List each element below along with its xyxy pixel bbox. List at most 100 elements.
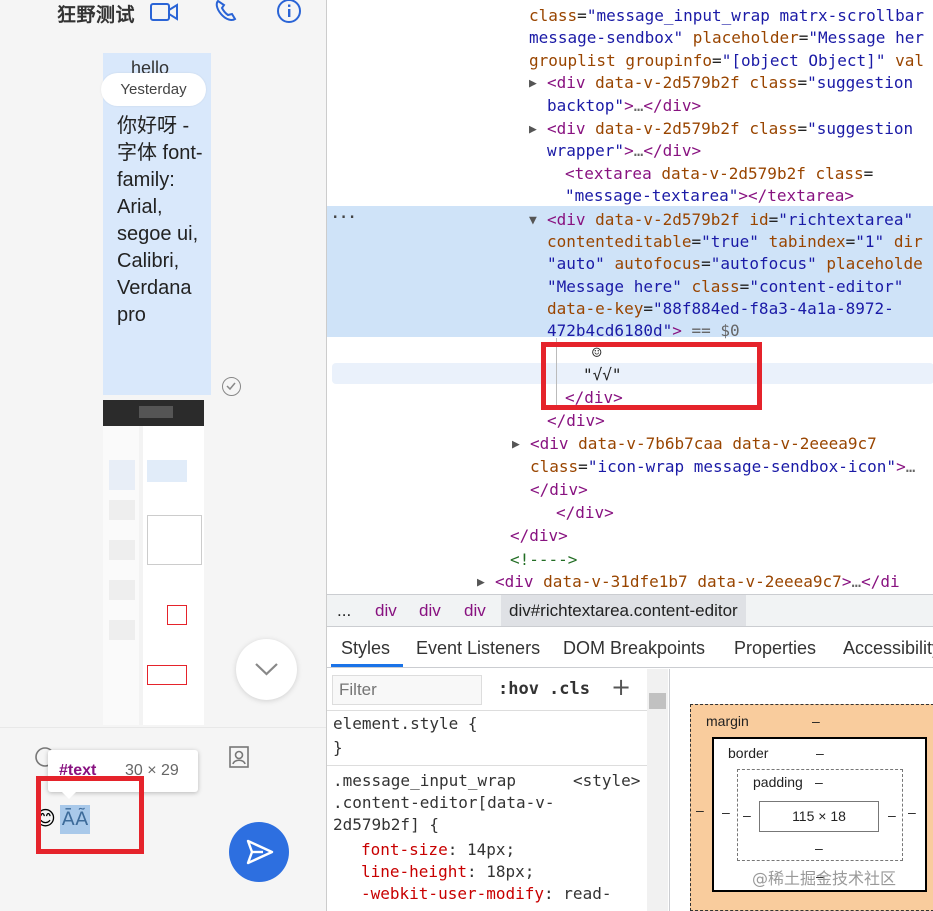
- element-style-open[interactable]: element.style {: [333, 714, 478, 733]
- rule-selector-line2: .content-editor[data-v-: [333, 793, 555, 812]
- dom-token: …: [905, 457, 916, 476]
- divider: [327, 765, 647, 766]
- tab-event-listeners[interactable]: Event Listeners: [416, 638, 540, 659]
- scroll-down-button[interactable]: [236, 639, 297, 700]
- expand-triangle-icon[interactable]: ▶: [512, 434, 528, 457]
- dom-token: tabindex: [768, 232, 846, 251]
- styles-filter-input[interactable]: [332, 675, 482, 705]
- divider: [327, 710, 647, 711]
- dom-token: </div>: [556, 503, 614, 522]
- dom-token: "message_input_wrap matrx-scrollbar: [586, 6, 924, 25]
- dom-token: [616, 51, 626, 70]
- dom-node-line[interactable]: contenteditable="true" tabindex="1" dir: [547, 231, 923, 254]
- dom-node-line[interactable]: <!---->: [510, 549, 577, 572]
- padding-value: –: [815, 774, 823, 790]
- dom-node-line[interactable]: backtop">…</div>: [547, 95, 701, 118]
- video-call-icon[interactable]: [150, 2, 178, 22]
- phone-icon[interactable]: [213, 0, 241, 22]
- dom-node-line[interactable]: ▼ <div data-v-2d579b2f id="richtextarea": [529, 209, 913, 232]
- styles-scrollbar[interactable]: [647, 669, 668, 911]
- dom-node-line[interactable]: ▶ <div data-v-7b6b7caa data-v-2eeea9c7: [512, 433, 877, 456]
- dom-token: [759, 232, 769, 251]
- dom-node-line[interactable]: ▶ <div data-v-2d579b2f class="suggestion: [529, 72, 913, 95]
- expand-triangle-icon[interactable]: ▶: [477, 572, 493, 595]
- dom-token: =: [691, 232, 702, 251]
- dom-node-line[interactable]: </div>: [530, 479, 588, 502]
- breadcrumb-item[interactable]: div: [419, 595, 441, 626]
- dom-token: placeholder: [692, 28, 799, 47]
- dom-token: groupinfo: [625, 51, 713, 70]
- dom-node-line[interactable]: <textarea data-v-2d579b2f class=: [565, 163, 873, 186]
- breadcrumb-item[interactable]: div: [464, 595, 486, 626]
- dom-token: data-v-2d579b2f: [595, 119, 740, 138]
- dom-token: <div: [530, 434, 569, 453]
- dom-token: =: [712, 51, 722, 70]
- cls-toggle[interactable]: .cls: [549, 679, 590, 699]
- tab-accessibility[interactable]: Accessibility: [843, 638, 933, 659]
- image-attachment[interactable]: [103, 400, 204, 725]
- dom-token: =: [578, 457, 588, 476]
- dom-token: <!---->: [510, 550, 578, 569]
- dom-token: </div>: [547, 411, 605, 430]
- hov-toggle[interactable]: :hov: [498, 679, 539, 699]
- dom-node-line[interactable]: </div>: [556, 502, 614, 525]
- dom-node-line[interactable]: 472b4cd6180d"> == $0: [547, 320, 740, 343]
- dom-token: class: [691, 277, 740, 296]
- dom-node-line[interactable]: "Message here" class="content-editor": [547, 276, 903, 299]
- css-declaration[interactable]: font-size: 14px;: [361, 840, 515, 859]
- tab-styles[interactable]: Styles: [341, 638, 390, 659]
- elements-tree[interactable]: ... class="message_input_wrap matrx-scro…: [327, 0, 933, 594]
- border-label: border: [728, 745, 769, 761]
- css-declaration[interactable]: line-height: 18px;: [361, 862, 534, 881]
- tab-properties[interactable]: Properties: [734, 638, 816, 659]
- dom-token: "auto": [547, 254, 605, 273]
- css-declaration[interactable]: -webkit-user-modify: read-: [361, 884, 611, 903]
- dom-token: [740, 210, 750, 229]
- dom-node-line[interactable]: class="icon-wrap message-sendbox-icon">…: [530, 456, 915, 479]
- dom-token: [682, 277, 692, 296]
- rule-source-link[interactable]: <style>: [573, 771, 640, 790]
- dom-token: </div>: [510, 526, 568, 545]
- padding-value: –: [888, 807, 896, 823]
- contact-card-icon[interactable]: [228, 745, 250, 769]
- margin-value: –: [812, 713, 820, 729]
- dom-token: =: [768, 210, 779, 229]
- breadcrumb-item[interactable]: ...: [337, 595, 351, 626]
- border-value: –: [722, 804, 730, 820]
- dom-node-line[interactable]: message-sendbox" placeholder="Message he…: [529, 27, 924, 50]
- dom-token: [534, 572, 544, 591]
- dom-node-line[interactable]: </div>: [510, 525, 568, 548]
- dom-token: =: [797, 119, 808, 138]
- breadcrumb: ... div div div div#richtextarea.content…: [327, 594, 933, 627]
- dom-token: "[object Object]": [721, 51, 886, 70]
- box-model-content[interactable]: 115 × 18: [759, 801, 879, 832]
- send-button[interactable]: [229, 822, 289, 882]
- expand-triangle-icon[interactable]: ▶: [529, 119, 545, 142]
- dom-node-line[interactable]: grouplist groupinfo="[object Object]" va…: [529, 50, 924, 73]
- dom-node-line[interactable]: ▶ <div data-v-2d579b2f class="suggestion: [529, 118, 913, 141]
- styles-pane: :hov .cls + element.style { } .message_i…: [327, 669, 670, 911]
- dom-token: =: [798, 28, 809, 47]
- dom-node-line[interactable]: </div>: [547, 410, 605, 433]
- dom-node-line[interactable]: "message-textarea"></textarea>: [565, 185, 854, 208]
- dom-token: data-v-2d579b2f: [661, 164, 806, 183]
- scrollbar-thumb[interactable]: [649, 693, 666, 709]
- active-tab-indicator: [331, 664, 403, 667]
- dom-node-line[interactable]: ▶ <div data-v-31dfe1b7 data-v-2eeea9c7>……: [477, 571, 900, 594]
- read-check-icon: [222, 377, 241, 396]
- dom-node-line[interactable]: data-e-key="88f884ed-f8a3-4a1a-8972-: [547, 298, 894, 321]
- dom-node-line[interactable]: "auto" autofocus="autofocus" placeholde: [547, 253, 923, 276]
- breadcrumb-item[interactable]: div: [375, 595, 397, 626]
- dom-node-line[interactable]: wrapper">…</div>: [547, 140, 701, 163]
- node-menu-dots[interactable]: ...: [331, 206, 356, 222]
- tab-dom-breakpoints[interactable]: DOM Breakpoints: [563, 638, 705, 659]
- new-rule-button[interactable]: +: [611, 673, 631, 701]
- dom-token: [723, 434, 733, 453]
- margin-label: margin: [706, 713, 749, 729]
- rule-selector-line3: 2d579b2f] {: [333, 815, 439, 834]
- dom-node-line[interactable]: class="message_input_wrap matrx-scrollba…: [529, 5, 924, 28]
- breadcrumb-item-active[interactable]: div#richtextarea.content-editor: [501, 595, 746, 626]
- expand-triangle-open-icon[interactable]: ▼: [529, 210, 545, 233]
- info-icon[interactable]: [276, 0, 304, 24]
- expand-triangle-icon[interactable]: ▶: [529, 73, 545, 96]
